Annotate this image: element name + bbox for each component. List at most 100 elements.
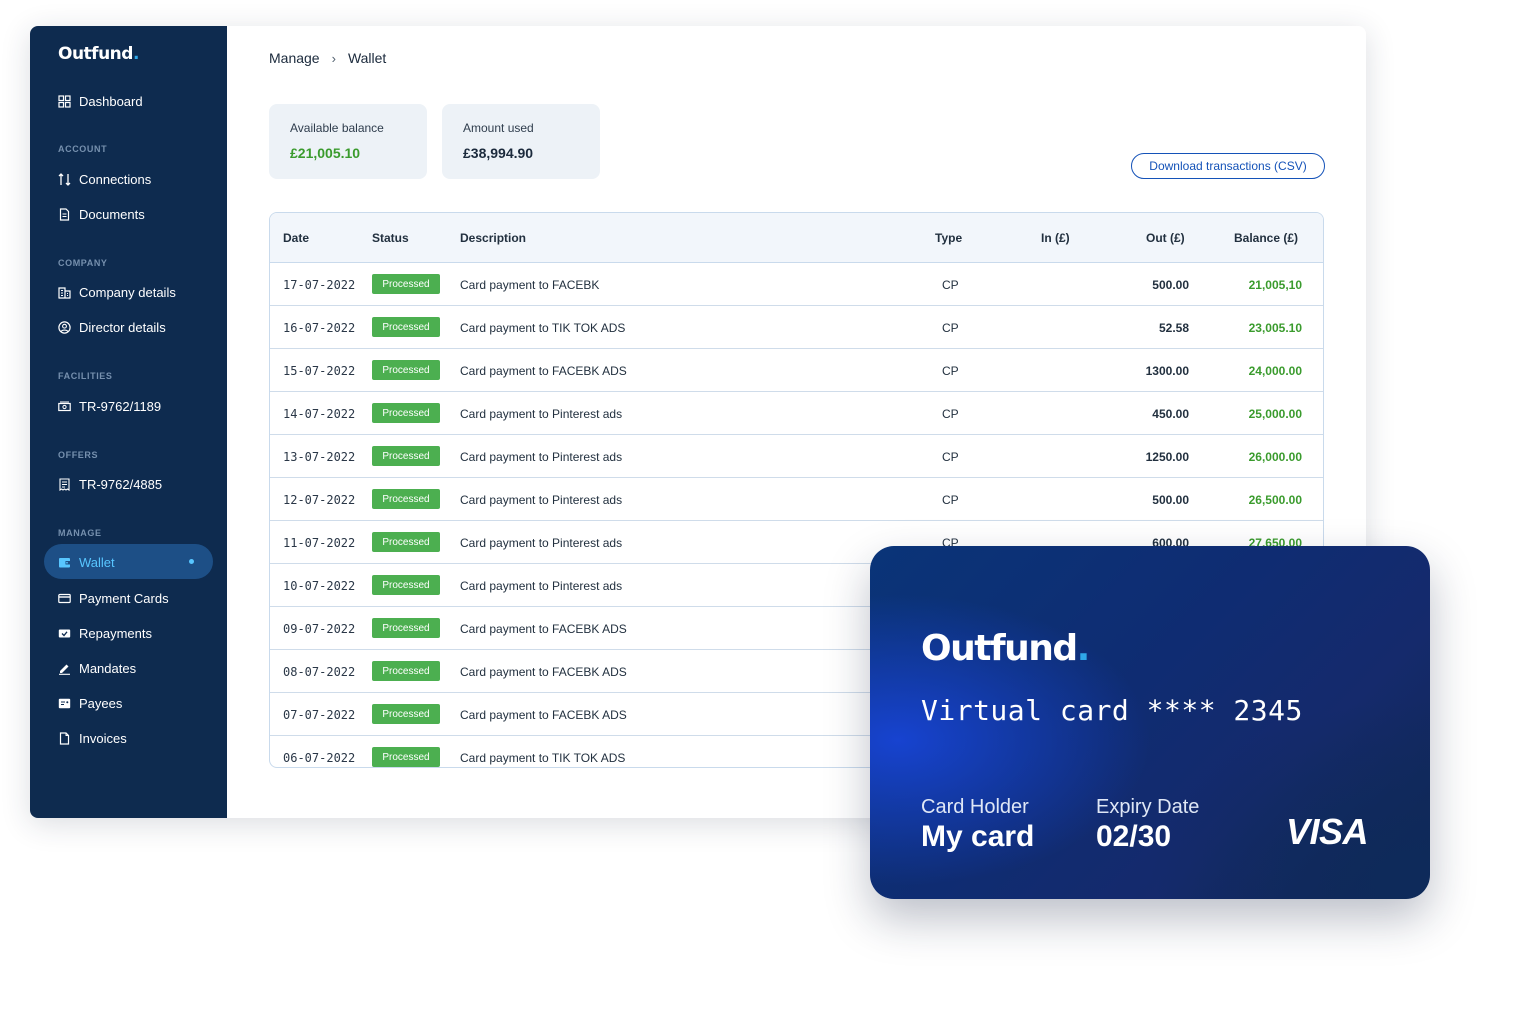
status-badge: Processed — [372, 360, 440, 380]
connections-icon — [58, 172, 71, 186]
grid-icon — [58, 94, 71, 108]
cell-out: 450.00 — [1152, 407, 1189, 421]
cell-type: CP — [942, 493, 959, 507]
cell-description: Card payment to FACEBK — [460, 278, 600, 292]
card-number: Virtual card **** 2345 — [921, 694, 1303, 727]
breadcrumb-separator: › — [331, 50, 336, 66]
table-row[interactable]: 17-07-2022 Card payment to FACEBK CP Proces… — [270, 263, 1323, 306]
column-header-status[interactable]: Status — [372, 231, 409, 245]
sidebar-item-documents[interactable]: Documents — [58, 204, 145, 224]
sidebar-item-connections[interactable]: Connections — [58, 169, 151, 189]
cell-date: 11-07-2022 — [283, 536, 356, 550]
cell-type: CP — [942, 450, 959, 464]
available-balance-value: £21,005.10 — [290, 145, 361, 161]
cell-description: Card payment to Pinterest ads — [460, 579, 623, 593]
status-badge: Processed — [372, 747, 440, 767]
table-row[interactable]: 13-07-2022 Card payment to Pinterest ads C… — [270, 435, 1323, 478]
brand-dot: . — [132, 44, 139, 64]
sidebar-item-payment-cards[interactable]: Payment Cards — [58, 588, 169, 608]
document-icon — [58, 207, 71, 221]
status-badge: Processed — [372, 489, 440, 509]
wallet-icon — [58, 556, 71, 569]
status-badge: Processed — [372, 661, 440, 681]
status-badge: Processed — [372, 704, 440, 724]
sidebar-item-label: TR-9762/4885 — [79, 476, 163, 492]
cell-date: 14-07-2022 — [283, 407, 356, 421]
column-header-description[interactable]: Description — [460, 231, 526, 245]
sidebar-item-mandates[interactable]: Mandates — [58, 658, 136, 678]
card-brand-dot: . — [1076, 628, 1091, 669]
download-csv-button[interactable]: Download transactions (CSV) — [1131, 153, 1325, 179]
sidebar-item-dashboard[interactable]: Dashboard — [58, 91, 143, 111]
active-indicator-dot — [189, 559, 194, 564]
cell-description: Card payment to FACEBK ADS — [460, 665, 627, 679]
invoice-icon — [58, 731, 71, 745]
breadcrumb-parent[interactable]: Manage — [269, 50, 320, 66]
pen-icon — [58, 662, 71, 675]
table-row[interactable]: 12-07-2022 Card payment to Pinterest ads C… — [270, 478, 1323, 521]
virtual-card[interactable]: Outfund. Virtual card **** 2345 Card Hol… — [870, 546, 1430, 899]
cell-description: Card payment to Pinterest ads — [460, 493, 623, 507]
brand-logo[interactable]: Outfund. — [58, 44, 139, 64]
table-row[interactable]: 15-07-2022 Card payment to FACEBK ADS CP Pr… — [270, 349, 1323, 392]
card-brand-logo: Outfund. — [921, 628, 1091, 669]
cell-out: 500.00 — [1152, 278, 1189, 292]
column-header-balance[interactable]: Balance (£) — [1234, 231, 1298, 245]
sidebar-item-label: Repayments — [79, 625, 152, 641]
sidebar-item-label: TR-9762/1189 — [79, 398, 162, 414]
cell-description: Card payment to FACEBK ADS — [460, 708, 627, 722]
cell-date: 13-07-2022 — [283, 450, 356, 464]
cell-out: 52.58 — [1158, 321, 1189, 335]
table-row[interactable]: 16-07-2022 Card payment to TIK TOK ADS CP P… — [270, 306, 1323, 349]
status-badge: Processed — [372, 274, 440, 294]
sidebar-item-facility[interactable]: TR-9762/1189 — [58, 396, 161, 416]
sidebar-item-company-details[interactable]: Company details — [58, 282, 176, 302]
cell-date: 16-07-2022 — [283, 321, 356, 335]
cell-balance: 23,005.10 — [1248, 321, 1302, 335]
section-label-company: COMPANY — [58, 258, 108, 268]
section-label-facilities: FACILITIES — [58, 371, 113, 381]
cell-type: CP — [942, 321, 959, 335]
column-header-date[interactable]: Date — [283, 231, 309, 245]
cell-date: 10-07-2022 — [283, 579, 356, 593]
status-badge: Processed — [372, 403, 440, 423]
column-header-in[interactable]: In (£) — [1041, 231, 1070, 245]
visa-logo: VISA — [1286, 811, 1369, 852]
cell-out: 1300.00 — [1145, 364, 1189, 378]
brand-name: Outfund — [58, 44, 133, 64]
sidebar-item-repayments[interactable]: Repayments — [58, 623, 152, 643]
table-row[interactable]: 14-07-2022 Card payment to Pinterest ads C… — [270, 392, 1323, 435]
cell-balance: 26,500.00 — [1248, 493, 1302, 507]
sidebar-item-label: Mandates — [79, 660, 137, 676]
cell-description: Card payment to FACEBK ADS — [460, 364, 627, 378]
available-balance-label: Available balance — [290, 121, 384, 135]
building-icon — [58, 286, 71, 299]
sidebar-item-offer[interactable]: TR-9762/4885 — [58, 474, 162, 494]
cell-balance: 26,000.00 — [1248, 450, 1302, 464]
section-label-offers: OFFERS — [58, 450, 99, 460]
sidebar-item-label: Wallet — [79, 554, 115, 570]
repayment-icon — [58, 627, 71, 640]
sidebar-item-director-details[interactable]: Director details — [58, 317, 166, 337]
sidebar-item-payees[interactable]: Payees — [58, 693, 122, 713]
sidebar-item-label: Director details — [79, 319, 166, 335]
cell-description: Card payment to TIK TOK ADS — [460, 751, 626, 765]
cell-description: Card payment to Pinterest ads — [460, 536, 623, 550]
column-header-out[interactable]: Out (£) — [1146, 231, 1185, 245]
status-badge: Processed — [372, 317, 440, 337]
amount-used-value: £38,994.90 — [463, 145, 534, 161]
amount-used-card: Amount used £38,994.90 — [442, 104, 600, 179]
sidebar-item-invoices[interactable]: Invoices — [58, 728, 127, 748]
cell-balance: 25,000.00 — [1248, 407, 1302, 421]
section-label-account: ACCOUNT — [58, 144, 108, 154]
cell-balance: 21,005,10 — [1248, 278, 1302, 292]
column-header-type[interactable]: Type — [935, 231, 962, 245]
sidebar-item-label: Invoices — [79, 730, 127, 746]
sidebar-item-wallet[interactable]: Wallet — [58, 552, 115, 572]
cell-type: CP — [942, 407, 959, 421]
card-holder-label: Card Holder — [921, 796, 1029, 818]
cell-out: 500.00 — [1152, 493, 1189, 507]
cell-type: CP — [942, 278, 959, 292]
sidebar-item-label: Payment Cards — [79, 590, 169, 606]
cell-date: 15-07-2022 — [283, 364, 356, 378]
